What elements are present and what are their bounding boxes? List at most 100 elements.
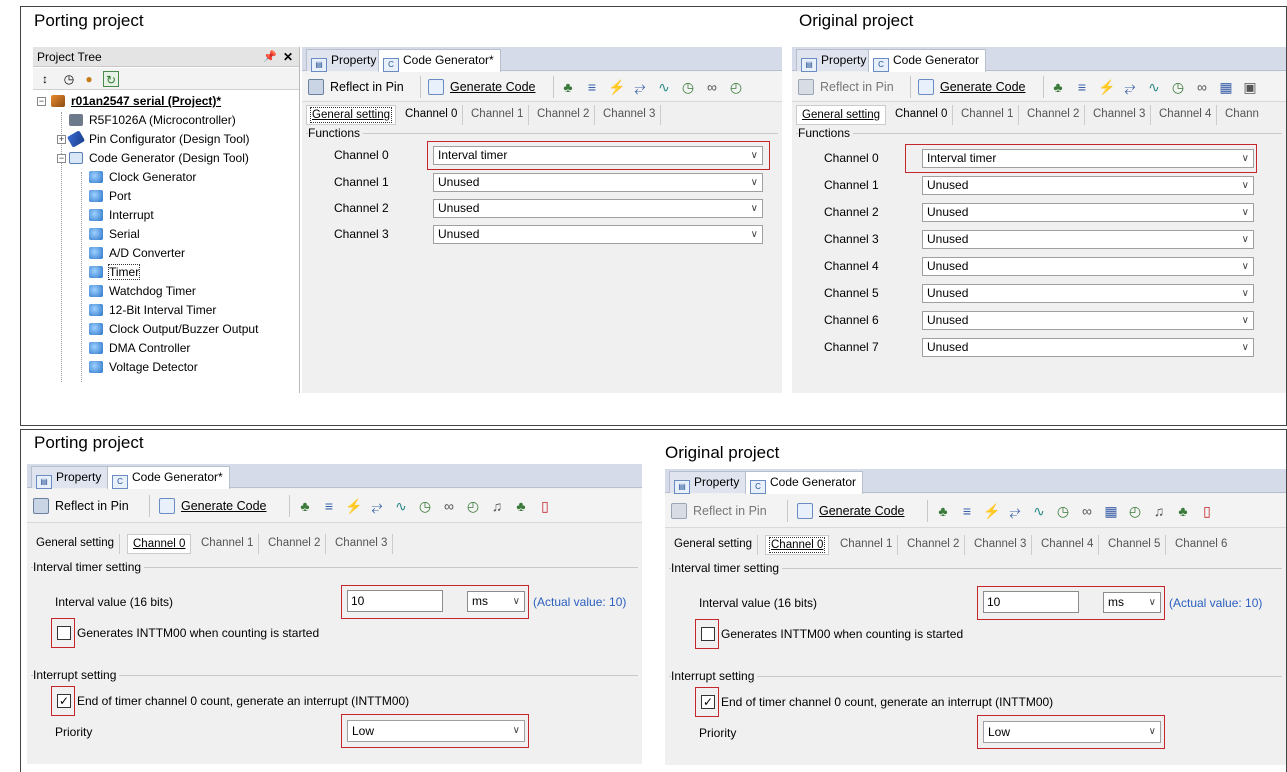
end-interrupt-checkbox[interactable]: ✓ (701, 695, 715, 709)
tree-node-12bit-timer[interactable]: 12-Bit Interval Timer (89, 301, 216, 320)
generate-code-button[interactable]: Generate Code (918, 77, 1025, 97)
function-select-channel-0[interactable]: Interval timer ∨ (922, 149, 1254, 168)
tab-channel-1[interactable]: Channel 1 (956, 105, 1020, 125)
priority-select[interactable]: Low ∨ (983, 721, 1161, 743)
tab-channel-0[interactable]: Channel 0 (890, 105, 954, 125)
tab-channel-6[interactable]: Channel 6 (1170, 535, 1232, 555)
function-select-channel-1[interactable]: Unused ∨ (433, 173, 763, 192)
reflect-in-pin-button[interactable]: Reflect in Pin (33, 496, 129, 516)
tab-channel-3[interactable]: Channel 3 (330, 534, 394, 554)
tree-node-clock-output[interactable]: Clock Output/Buzzer Output (89, 320, 258, 339)
tree-node-interrupt[interactable]: Interrupt (89, 206, 154, 225)
tab-property[interactable]: ▤ Property (306, 49, 384, 72)
tab-channel-4[interactable]: Channel 4 (1154, 105, 1218, 125)
clock-generator-icon[interactable]: ♣ (1050, 79, 1066, 95)
tab-channel-1[interactable]: Channel 1 (196, 534, 260, 554)
pin-icon[interactable]: 📌 (263, 47, 277, 67)
tab-channel-1[interactable]: Channel 1 (835, 535, 899, 555)
tree-node-ad-converter[interactable]: A/D Converter (89, 244, 185, 263)
interrupt-icon[interactable]: ⚡ (983, 503, 1000, 519)
serial-icon[interactable]: ⥂ (1007, 503, 1023, 519)
buzzer-icon[interactable]: ♫ (1151, 503, 1167, 519)
collapse-icon[interactable]: − (37, 97, 46, 106)
interval-timer-icon[interactable]: ◴ (1127, 503, 1143, 519)
generate-code-button[interactable]: Generate Code (797, 501, 904, 521)
dma-icon[interactable]: ♣ (1175, 503, 1191, 519)
tab-channel-0[interactable]: Channel 0 (127, 534, 192, 554)
reflect-in-pin-button[interactable]: Reflect in Pin (671, 501, 767, 521)
serial-icon[interactable]: ⥂ (1122, 79, 1138, 95)
serial-icon[interactable]: ⥂ (369, 498, 385, 514)
tab-channel-5[interactable]: Channel 5 (1103, 535, 1167, 555)
end-interrupt-checkbox[interactable]: ✓ (57, 694, 71, 708)
tab-channel-3[interactable]: Channel 3 (1088, 105, 1152, 125)
tab-channel-3[interactable]: Channel 3 (598, 105, 662, 125)
ad-converter-icon[interactable]: ∿ (1031, 503, 1047, 519)
tab-code-generator[interactable]: C Code Generator (868, 49, 987, 72)
timer-icon[interactable]: ◷ (680, 79, 696, 95)
buzzer-icon[interactable]: ♫ (489, 498, 505, 514)
tab-channel-1[interactable]: Channel 1 (466, 105, 530, 125)
more-tools-icon[interactable]: ▣ (1242, 79, 1258, 95)
start-interrupt-checkbox[interactable] (57, 626, 71, 640)
tab-general-setting[interactable]: General setting (31, 534, 120, 554)
watchdog-icon[interactable]: ∞ (1079, 503, 1095, 519)
tab-channel-more[interactable]: Chann (1220, 105, 1264, 125)
voltage-detector-icon[interactable]: ▯ (537, 498, 553, 514)
interval-unit-select[interactable]: ms ∨ (1103, 592, 1161, 613)
interval-unit-select[interactable]: ms ∨ (467, 591, 525, 612)
tab-channel-0[interactable]: Channel 0 (400, 105, 464, 125)
tree-node-code-generator[interactable]: Code Generator (Design Tool) (69, 149, 249, 168)
tab-channel-4[interactable]: Channel 4 (1036, 535, 1100, 555)
function-select-channel-7[interactable]: Unused ∨ (922, 338, 1254, 357)
generate-code-button[interactable]: Generate Code (428, 77, 535, 97)
tab-channel-3[interactable]: Channel 3 (969, 535, 1033, 555)
generate-code-button[interactable]: Generate Code (159, 496, 266, 516)
tab-channel-2[interactable]: Channel 2 (902, 535, 966, 555)
tab-general-setting[interactable]: General setting (796, 105, 886, 125)
expand-icon[interactable]: + (57, 135, 66, 144)
tree-node-port[interactable]: Port (89, 187, 131, 206)
ad-converter-icon[interactable]: ∿ (656, 79, 672, 95)
port-icon[interactable]: ≡ (584, 79, 600, 95)
interval-value-input[interactable]: 10 (983, 591, 1079, 613)
tab-code-generator[interactable]: C Code Generator* (107, 466, 230, 489)
clock-generator-icon[interactable]: ♣ (935, 503, 951, 519)
tree-node-clock-generator[interactable]: Clock Generator (89, 168, 196, 187)
sort-icon[interactable]: ↕ (37, 71, 53, 87)
interval-value-input[interactable]: 10 (347, 590, 443, 612)
function-select-channel-2[interactable]: Unused ∨ (922, 203, 1254, 222)
tree-node-serial[interactable]: Serial (89, 225, 140, 244)
function-select-channel-5[interactable]: Unused ∨ (922, 284, 1254, 303)
interrupt-icon[interactable]: ⚡ (1098, 79, 1115, 95)
clock-generator-icon[interactable]: ♣ (560, 79, 576, 95)
lcd-icon[interactable]: ▦ (1103, 503, 1119, 519)
tab-code-generator[interactable]: C Code Generator (745, 471, 864, 494)
tab-channel-0[interactable]: Channel 0 (765, 535, 830, 555)
ad-converter-icon[interactable]: ∿ (1146, 79, 1162, 95)
function-select-channel-1[interactable]: Unused ∨ (922, 176, 1254, 195)
tab-code-generator[interactable]: C Code Generator* (378, 49, 501, 72)
tree-node-watchdog[interactable]: Watchdog Timer (89, 282, 196, 301)
watchdog-icon[interactable]: ∞ (704, 79, 720, 95)
function-select-channel-4[interactable]: Unused ∨ (922, 257, 1254, 276)
port-icon[interactable]: ≡ (1074, 79, 1090, 95)
close-icon[interactable]: ✕ (283, 47, 293, 67)
reflect-in-pin-button[interactable]: Reflect in Pin (798, 77, 894, 97)
interrupt-icon[interactable]: ⚡ (608, 79, 625, 95)
priority-select[interactable]: Low ∨ (347, 720, 525, 742)
function-select-channel-3[interactable]: Unused ∨ (922, 230, 1254, 249)
clock-generator-icon[interactable]: ♣ (297, 498, 313, 514)
function-select-channel-0[interactable]: Interval timer ∨ (433, 146, 763, 165)
refresh-icon[interactable]: ↻ (103, 71, 119, 87)
tab-general-setting[interactable]: General setting (306, 105, 396, 125)
interval-timer-icon[interactable]: ◴ (728, 79, 744, 95)
port-icon[interactable]: ≡ (959, 503, 975, 519)
tree-node-timer[interactable]: Timer (89, 263, 141, 282)
function-select-channel-2[interactable]: Unused ∨ (433, 199, 763, 218)
tree-node-project[interactable]: r01an2547 serial (Project)* (51, 92, 221, 111)
function-select-channel-6[interactable]: Unused ∨ (922, 311, 1254, 330)
interval-timer-icon[interactable]: ◴ (465, 498, 481, 514)
watchdog-icon[interactable]: ∞ (441, 498, 457, 514)
timer-icon[interactable]: ◷ (1170, 79, 1186, 95)
